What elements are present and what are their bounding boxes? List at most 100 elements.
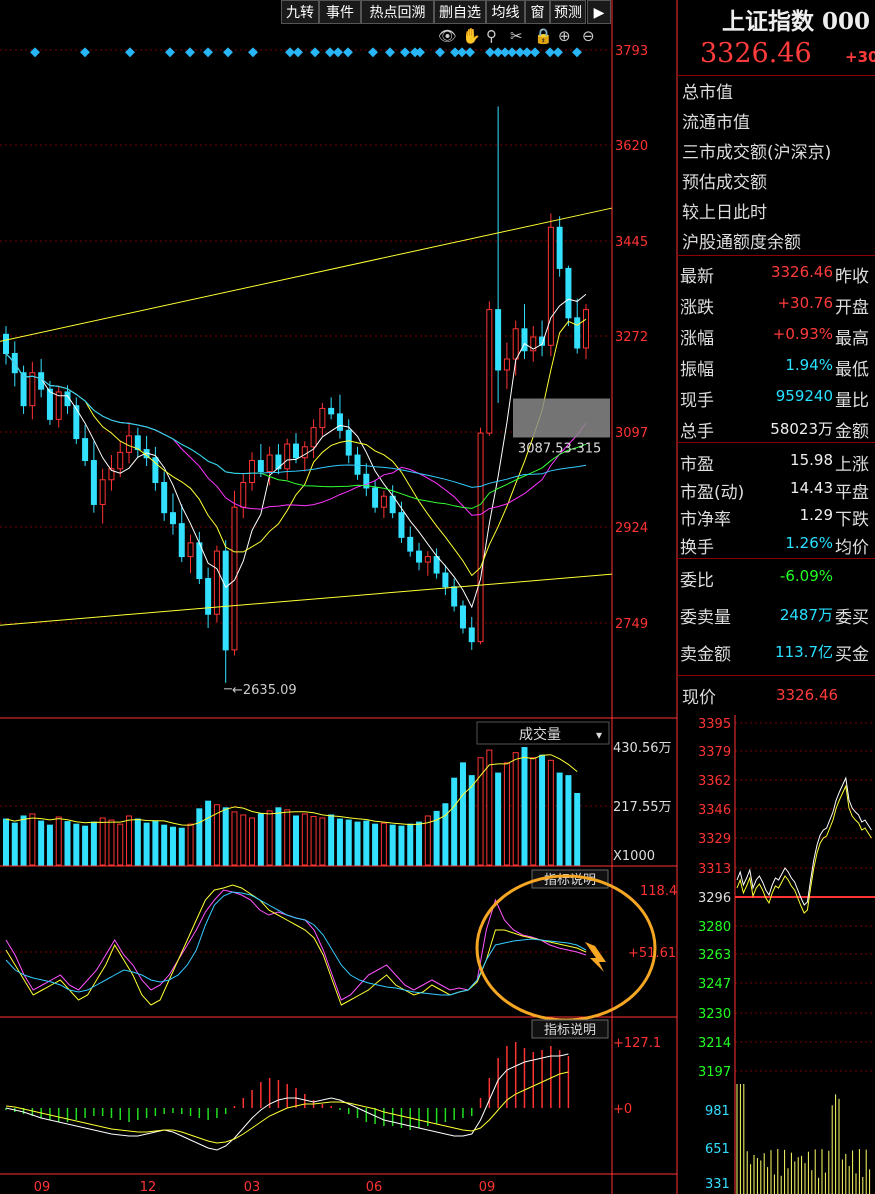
lock-icon[interactable]: 🔒: [534, 27, 553, 45]
price-tick-label: 3620: [615, 139, 648, 154]
signal-diamond: [465, 47, 475, 58]
quote-key-2: 量比: [835, 391, 869, 411]
quote-value: +30.76: [777, 294, 833, 312]
date-tick-label: 09: [34, 1180, 51, 1194]
volume-bar: [82, 825, 89, 866]
price-tick-label: 2924: [615, 521, 648, 536]
volume-bar: [574, 793, 581, 866]
volume-bar: [187, 823, 194, 866]
quote-key: 现手: [680, 391, 714, 411]
candle: [451, 586, 458, 607]
volume-bar: [521, 747, 528, 866]
signal-diamond: [435, 47, 445, 58]
candle: [416, 550, 423, 563]
quote-row: 卖金额 113.7亿 买金: [680, 636, 875, 665]
volume-bar: [249, 817, 256, 866]
quote-key: 总手: [680, 422, 714, 442]
quote-value: 1.26%: [785, 533, 833, 552]
market-info-label: 总市值: [682, 83, 733, 103]
volume-tick-label: X1000: [613, 849, 655, 864]
quote-key: 卖金额: [680, 645, 731, 665]
price-tick-label: 3793: [615, 44, 648, 59]
signal-diamond: [572, 47, 582, 58]
hand-icon[interactable]: ✋: [462, 27, 481, 45]
intraday-tick-label: 3346: [698, 803, 731, 818]
toolbar-button[interactable]: 事件: [319, 0, 361, 24]
candle: [372, 487, 379, 508]
quote-value: 959240: [775, 387, 833, 405]
toolbar-button[interactable]: 预测: [550, 0, 586, 24]
intraday-tick-label: 3197: [698, 1065, 731, 1080]
volume-bar: [161, 824, 168, 866]
intraday-tick-label: 3379: [698, 745, 731, 760]
intraday-price-line: [736, 776, 872, 906]
indicator-tick-label: +51.61: [628, 946, 676, 961]
candle: [231, 506, 238, 651]
toolbar-button[interactable]: 删自选: [434, 0, 486, 24]
candle: [512, 328, 519, 360]
volume-bar: [512, 752, 519, 866]
toolbar-button[interactable]: 均线: [486, 0, 525, 24]
candle: [284, 443, 291, 470]
signal-diamond: [223, 47, 233, 58]
candle: [433, 556, 440, 574]
expand-icon[interactable]: ▶: [587, 0, 611, 24]
market-info-label: 流通市值: [682, 113, 750, 133]
quote-row: 总手 58023万 金额: [680, 413, 875, 442]
eye-icon[interactable]: 👁: [438, 27, 457, 45]
volume-bar: [547, 759, 554, 866]
volume-bar: [20, 815, 27, 866]
intraday-vol-label: 981: [705, 1104, 730, 1119]
volume-bar: [46, 824, 53, 866]
volume-bar: [3, 818, 9, 866]
quote-value: 113.7亿: [775, 643, 833, 661]
scissors-icon[interactable]: ✂: [510, 27, 523, 45]
toolbar-button[interactable]: 九转: [281, 0, 319, 24]
toolbar-button[interactable]: 窗: [525, 0, 550, 24]
intraday-tick-label: 3214: [698, 1036, 731, 1051]
zoom-out-icon[interactable]: ⊖: [582, 27, 595, 45]
volume-bar: [451, 777, 458, 866]
volume-bar: [539, 754, 546, 866]
candle: [468, 627, 475, 643]
candle: [424, 556, 431, 563]
quote-key: 涨跌: [680, 298, 714, 318]
quote-key: 涨幅: [680, 329, 714, 349]
candle: [161, 481, 168, 514]
quote-key: 委卖量: [680, 608, 731, 628]
candle: [249, 460, 256, 483]
date-tick-label: 06: [366, 1180, 383, 1194]
candle: [486, 309, 493, 434]
volume-bar: [55, 816, 62, 866]
gap-box: [513, 398, 610, 438]
quote-key: 市净率: [680, 510, 731, 530]
quote-row: 市盈 15.98 上涨: [680, 446, 875, 475]
quote-value: 15.98: [790, 451, 833, 469]
intraday-tick-label: 3329: [698, 832, 731, 847]
volume-bar: [565, 775, 572, 866]
candle: [240, 481, 247, 508]
chart-tools: 👁 ✋ ⚲ ✂ 🔒 ⊕ ⊖: [438, 27, 610, 47]
intraday-tick-label: 3263: [698, 948, 731, 963]
quote-key-2: 下跌: [835, 510, 869, 530]
candle: [547, 226, 554, 346]
volume-bar: [495, 772, 502, 866]
candle: [583, 309, 589, 349]
signal-diamond: [400, 47, 410, 58]
signal-diamond: [165, 47, 175, 58]
candle: [442, 572, 449, 588]
cut-icon[interactable]: ⚲: [486, 27, 497, 45]
quote-key-2: 最低: [835, 360, 869, 380]
zoom-in-icon[interactable]: ⊕: [558, 27, 571, 45]
candle: [169, 512, 176, 525]
quote-key-2: 开盘: [835, 298, 869, 318]
intraday-tick-label: 3247: [698, 977, 731, 992]
price-tick-label: 3097: [615, 426, 648, 441]
intraday-tick-label: 3296: [698, 891, 731, 906]
candle: [117, 451, 124, 470]
volume-bar: [407, 823, 414, 866]
toolbar-button[interactable]: 热点回溯: [361, 0, 434, 24]
candle: [222, 550, 229, 651]
volume-bar: [231, 811, 238, 866]
candle: [380, 495, 387, 508]
